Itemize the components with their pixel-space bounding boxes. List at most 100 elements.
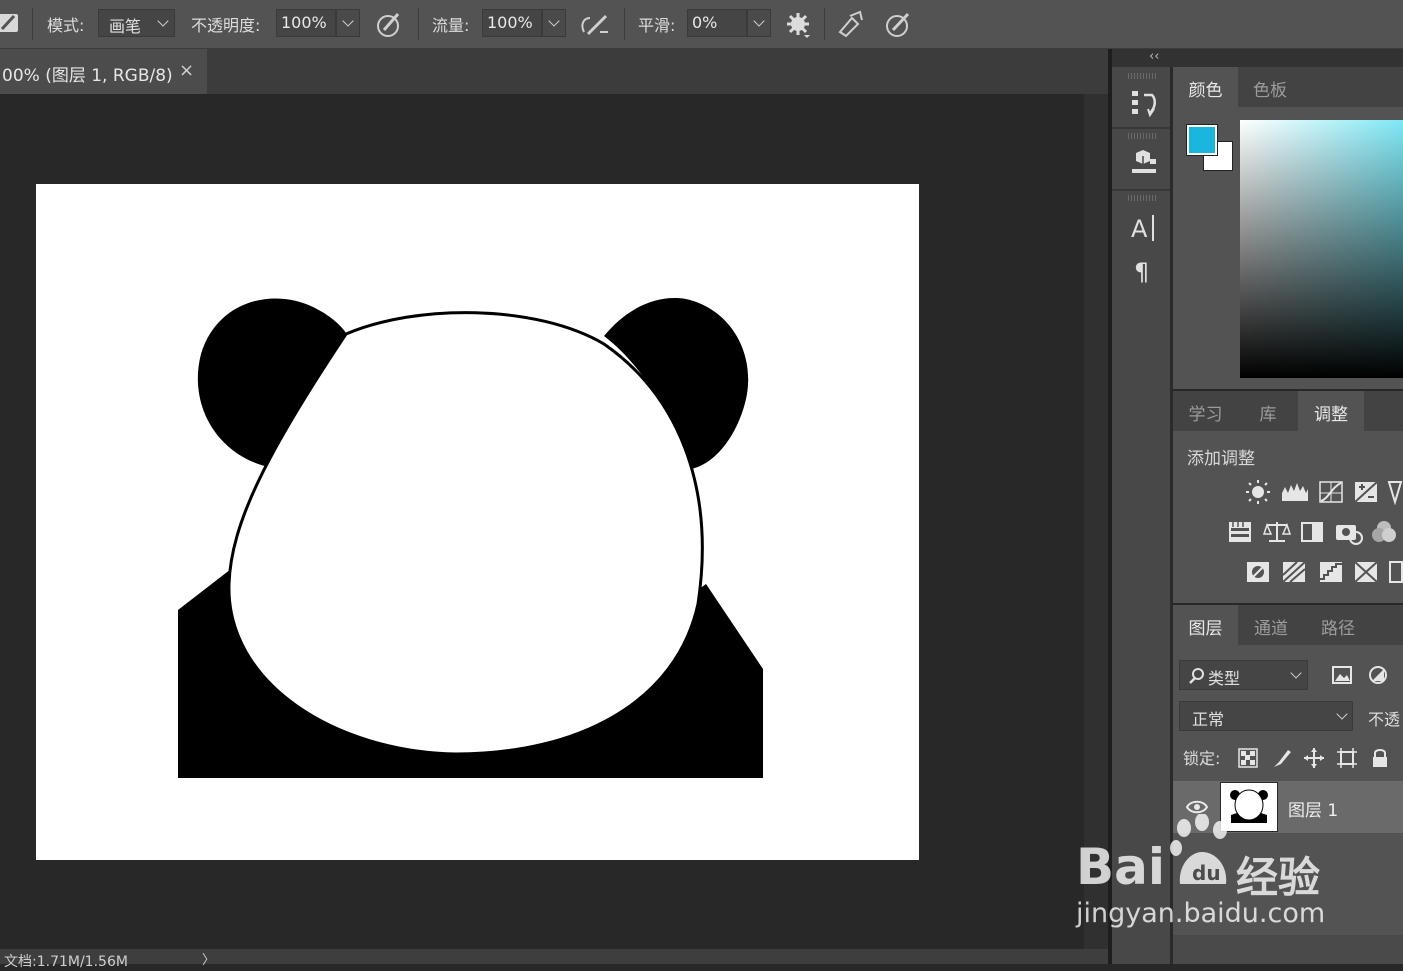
3d-icon[interactable] bbox=[1128, 147, 1158, 179]
color-panel-tabs: 颜色 色板 bbox=[1173, 67, 1403, 107]
flow-value: 100% bbox=[487, 13, 533, 32]
chevron-down-icon bbox=[342, 15, 354, 27]
vibrance-icon[interactable] bbox=[1387, 479, 1403, 505]
chevron-down-icon bbox=[1290, 667, 1302, 679]
gear-icon[interactable] bbox=[784, 10, 814, 40]
tab-libraries[interactable]: 库 bbox=[1238, 391, 1298, 431]
flow-label: 流量: bbox=[432, 16, 470, 35]
strip-grip[interactable] bbox=[1128, 195, 1156, 201]
filter-pixel-layers-icon[interactable] bbox=[1331, 664, 1353, 686]
lock-all-icon[interactable] bbox=[1370, 747, 1390, 769]
color-balance-icon[interactable] bbox=[1263, 519, 1291, 545]
canvas-vertical-scrollbar[interactable] bbox=[1084, 94, 1108, 949]
threshold-icon[interactable] bbox=[1318, 559, 1344, 585]
strip-grip[interactable] bbox=[1128, 133, 1156, 139]
lock-artboard-icon[interactable] bbox=[1336, 747, 1358, 769]
close-tab-button[interactable]: × bbox=[179, 60, 194, 81]
symmetry-icon[interactable] bbox=[836, 10, 866, 38]
lock-position-icon[interactable] bbox=[1303, 747, 1325, 769]
layer-thumbnail[interactable] bbox=[1220, 782, 1278, 832]
opacity-input[interactable]: 100% bbox=[276, 9, 336, 37]
character-icon[interactable]: A bbox=[1128, 213, 1158, 243]
gradient-map-icon[interactable] bbox=[1387, 559, 1403, 585]
chevron-down-icon bbox=[753, 15, 765, 27]
pressure-opacity-icon[interactable] bbox=[374, 10, 404, 38]
document-tab-title: 00% (图层 1, RGB/8) bbox=[2, 66, 173, 86]
document-tab-bar: 00% (图层 1, RGB/8) × bbox=[0, 49, 1108, 94]
foreground-color-swatch[interactable] bbox=[1186, 124, 1218, 156]
selective-color-icon[interactable] bbox=[1353, 559, 1379, 585]
brightness-contrast-icon[interactable] bbox=[1245, 479, 1271, 505]
status-menu-arrow[interactable]: 〉 bbox=[202, 949, 215, 968]
lock-image-pixels-icon[interactable] bbox=[1271, 747, 1293, 769]
airbrush-icon[interactable] bbox=[578, 10, 612, 38]
separator bbox=[418, 8, 419, 40]
layers-panel: 图层 通道 路径 类型 正常 不透 锁定: 图层 1 bbox=[1173, 605, 1403, 935]
mode-label: 模式: bbox=[47, 16, 85, 35]
filter-adjustment-layers-icon[interactable] bbox=[1367, 664, 1389, 686]
blend-mode-value: 正常 bbox=[1192, 710, 1225, 729]
lock-transparent-pixels-icon[interactable] bbox=[1237, 747, 1259, 769]
eye-icon[interactable] bbox=[1185, 798, 1209, 816]
panel-icon-strip: A ¶ bbox=[1112, 67, 1170, 964]
brush-preset-icon[interactable] bbox=[0, 11, 20, 35]
status-bar: 文档:1.71M/1.56M 〉 bbox=[0, 949, 1108, 970]
blend-mode-dropdown[interactable]: 正常 bbox=[1179, 701, 1353, 731]
collapse-dock-button[interactable]: ‹‹ bbox=[1149, 49, 1159, 64]
separator bbox=[824, 8, 825, 40]
add-adjustment-heading: 添加调整 bbox=[1187, 449, 1255, 469]
smoothing-value: 0% bbox=[692, 13, 718, 32]
invert-icon[interactable] bbox=[1245, 559, 1271, 585]
search-icon bbox=[1189, 668, 1204, 684]
smoothing-slider-toggle[interactable] bbox=[747, 9, 771, 37]
opacity-label: 不透明度: bbox=[191, 16, 261, 35]
curves-icon[interactable] bbox=[1318, 479, 1344, 505]
options-bar: 模式: 画笔 不透明度: 100% 流量: 100% 平滑: 0% bbox=[0, 0, 1403, 49]
strip-grip[interactable] bbox=[1128, 73, 1156, 79]
levels-icon[interactable] bbox=[1281, 479, 1309, 505]
exposure-icon[interactable] bbox=[1353, 479, 1379, 505]
pressure-size-icon[interactable] bbox=[884, 10, 914, 38]
chevron-down-icon bbox=[157, 15, 169, 27]
black-white-icon[interactable] bbox=[1299, 519, 1325, 545]
separator bbox=[32, 8, 33, 40]
document-size-status[interactable]: 文档:1.71M/1.56M bbox=[4, 951, 128, 971]
layer-thumbnail-panda bbox=[1230, 789, 1268, 823]
posterize-icon[interactable] bbox=[1281, 559, 1307, 585]
channel-mixer-icon[interactable] bbox=[1371, 519, 1397, 545]
svg-text:A: A bbox=[1131, 215, 1148, 243]
tab-swatches[interactable]: 色板 bbox=[1238, 67, 1302, 107]
color-panel: 颜色 色板 bbox=[1173, 67, 1403, 389]
panda-artwork bbox=[178, 298, 763, 778]
opacity-slider-toggle[interactable] bbox=[336, 9, 360, 37]
mode-value: 画笔 bbox=[109, 17, 142, 36]
document-tab[interactable]: 00% (图层 1, RGB/8) × bbox=[0, 49, 207, 94]
tab-paths[interactable]: 路径 bbox=[1304, 605, 1372, 645]
photo-filter-icon[interactable] bbox=[1335, 519, 1363, 547]
smoothing-input[interactable]: 0% bbox=[687, 9, 747, 37]
tab-color[interactable]: 颜色 bbox=[1173, 67, 1238, 107]
layers-panel-footer bbox=[1173, 935, 1403, 964]
document-canvas[interactable] bbox=[36, 184, 919, 860]
lock-label: 锁定: bbox=[1183, 749, 1221, 768]
tab-layers[interactable]: 图层 bbox=[1173, 605, 1238, 645]
mode-dropdown[interactable]: 画笔 bbox=[98, 9, 175, 37]
chevron-down-icon bbox=[1336, 708, 1348, 720]
adjustments-panel-tabs: 学习 库 调整 bbox=[1173, 391, 1403, 431]
hue-saturation-icon[interactable] bbox=[1227, 519, 1253, 545]
layer-opacity-label: 不透 bbox=[1368, 710, 1401, 729]
flow-input[interactable]: 100% bbox=[482, 9, 542, 37]
paragraph-icon[interactable]: ¶ bbox=[1128, 255, 1158, 285]
layer-filter-dropdown[interactable]: 类型 bbox=[1179, 660, 1308, 690]
flow-slider-toggle[interactable] bbox=[542, 9, 566, 37]
tab-channels[interactable]: 通道 bbox=[1238, 605, 1304, 645]
tab-adjustments[interactable]: 调整 bbox=[1298, 391, 1364, 431]
separator bbox=[1112, 189, 1170, 191]
color-picker-field[interactable] bbox=[1240, 120, 1403, 378]
layer-name[interactable]: 图层 1 bbox=[1288, 796, 1338, 821]
separator bbox=[1112, 127, 1170, 129]
smoothing-label: 平滑: bbox=[638, 16, 676, 35]
tab-learn[interactable]: 学习 bbox=[1173, 391, 1238, 431]
history-icon[interactable] bbox=[1128, 87, 1158, 119]
layer-row[interactable]: 图层 1 bbox=[1173, 781, 1403, 833]
